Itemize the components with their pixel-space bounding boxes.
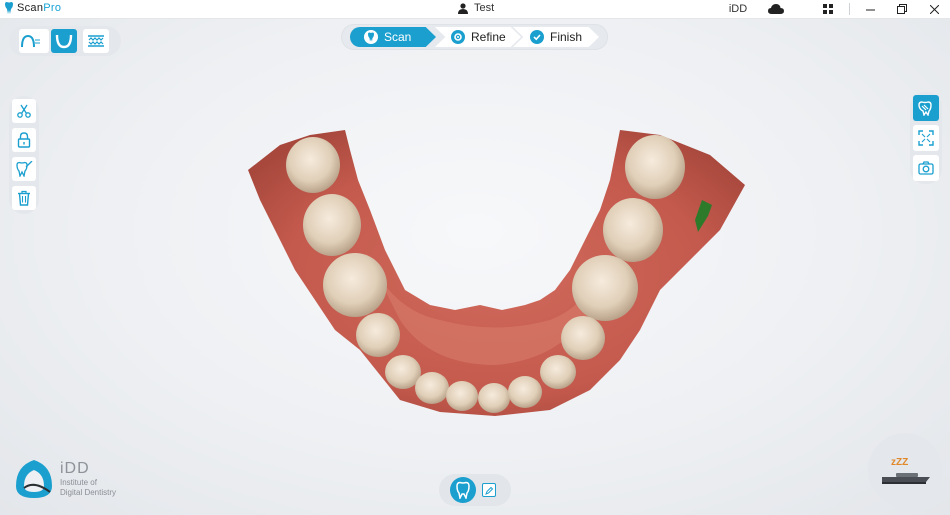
title-bar-controls: iDD	[716, 0, 950, 18]
cloud-icon	[768, 4, 784, 14]
tooth-view-icon	[918, 101, 932, 116]
tooth-logo-icon	[5, 2, 13, 14]
restore-button[interactable]	[886, 0, 918, 18]
divider	[844, 0, 854, 18]
edit-button[interactable]	[482, 483, 496, 497]
title-bar: ScanPro Test iDD	[0, 0, 950, 19]
trash-icon	[18, 190, 30, 206]
tooth-view-button[interactable]	[913, 95, 939, 121]
restore-icon	[897, 4, 907, 14]
workflow-stepper: Scan Refine Finish	[341, 24, 608, 50]
user-icon	[458, 2, 468, 14]
cut-button[interactable]	[12, 99, 36, 123]
check-icon	[530, 30, 544, 44]
brand-line-2: Digital Dentistry	[60, 488, 117, 497]
scan-step-icon	[364, 30, 378, 44]
app-name-suffix: Pro	[43, 2, 62, 14]
step-scan-label: Scan	[384, 30, 412, 44]
scissors-icon	[17, 104, 31, 118]
close-icon	[929, 4, 939, 14]
tooth-icon	[456, 481, 470, 499]
idd-logo: iDD Institute of Digital Dentistry	[14, 458, 116, 500]
step-finish[interactable]: Finish	[513, 27, 599, 47]
tooth-mode-button[interactable]	[450, 477, 476, 503]
sleep-label: zZZ	[891, 457, 908, 468]
brand-name: iDD	[60, 460, 90, 477]
bottom-view-bar	[439, 474, 511, 506]
right-toolbar	[910, 92, 942, 184]
dental-scan-model[interactable]	[240, 120, 750, 420]
fullscreen-button[interactable]	[913, 125, 939, 151]
close-button[interactable]	[918, 0, 950, 18]
scanner-status[interactable]: zZZ	[868, 433, 942, 507]
lock-icon	[17, 132, 31, 148]
step-refine[interactable]: Refine	[435, 27, 521, 47]
brand-line-1: Institute of	[60, 478, 97, 487]
user-name: Test	[474, 2, 495, 14]
bite-icon	[88, 35, 104, 47]
bite-button[interactable]	[83, 29, 109, 53]
screenshot-button[interactable]	[913, 155, 939, 181]
camera-icon	[918, 161, 934, 175]
edit-icon	[484, 486, 493, 495]
tooth-brush-button[interactable]	[12, 157, 36, 181]
left-toolbar	[9, 96, 39, 214]
lock-button[interactable]	[12, 128, 36, 152]
user-info[interactable]: Test	[458, 2, 494, 14]
app-name: ScanPro	[17, 2, 61, 14]
scanner-sleep-icon: zZZ	[882, 457, 930, 484]
apps-button[interactable]	[812, 0, 844, 18]
lower-jaw-icon	[55, 34, 73, 49]
brand-label: iDD	[728, 3, 748, 15]
fullscreen-icon	[918, 130, 934, 146]
jaw-selector	[9, 26, 121, 56]
step-finish-label: Finish	[550, 30, 583, 44]
delete-button[interactable]	[12, 186, 36, 210]
idd-emblem-icon	[16, 460, 52, 498]
minimize-button[interactable]	[854, 0, 886, 18]
cloud-button[interactable]	[760, 0, 792, 18]
grid-icon	[823, 4, 833, 14]
app-logo: ScanPro	[4, 2, 61, 14]
app-name-prefix: Scan	[17, 2, 44, 14]
minimize-icon	[865, 9, 875, 10]
gear-icon	[451, 30, 465, 44]
step-scan[interactable]: Scan	[350, 27, 436, 47]
brand-text: iDD Institute of Digital Dentistry	[60, 460, 116, 498]
both-jaws-icon	[21, 34, 40, 48]
lower-jaw-button[interactable]	[51, 29, 77, 53]
step-refine-label: Refine	[471, 30, 506, 44]
tooth-brush-icon	[16, 161, 33, 177]
upper-lower-jaw-button[interactable]	[19, 29, 49, 53]
